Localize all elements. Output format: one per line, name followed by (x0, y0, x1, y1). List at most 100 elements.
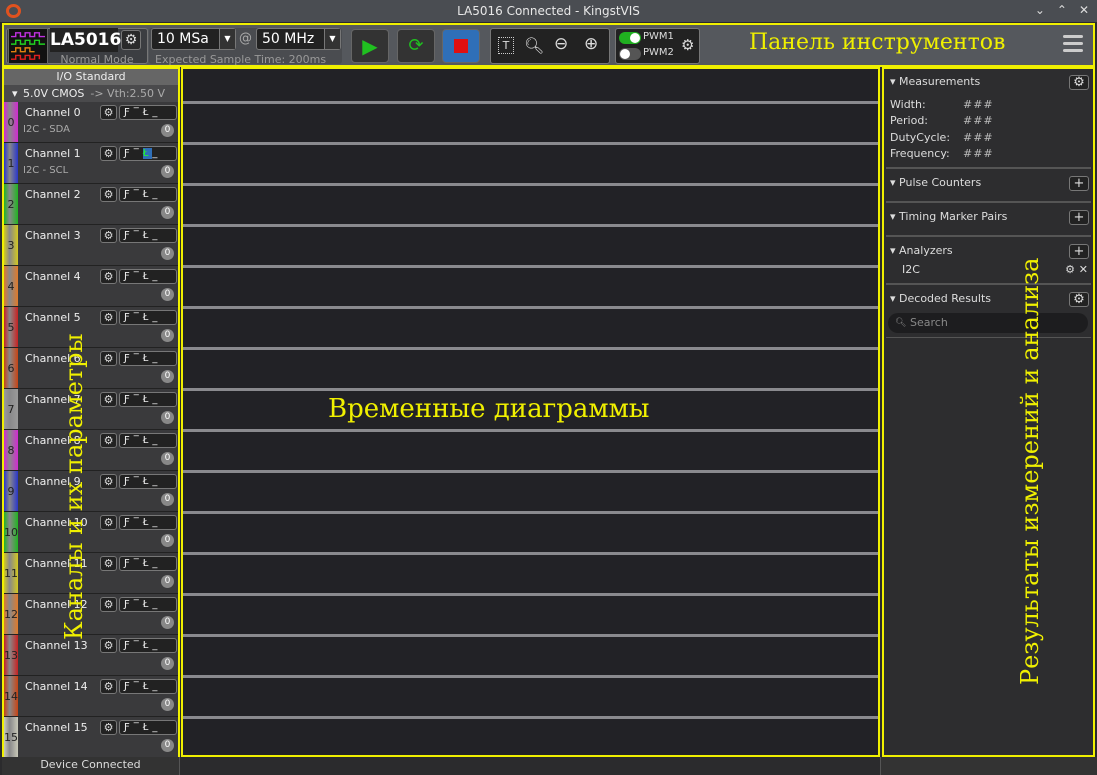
channel-count-badge: 0 (161, 329, 174, 342)
trigger-selector[interactable]: Ƒ‾Ł_ (119, 269, 177, 284)
analyzer-gear-icon[interactable]: ⚙ (1065, 263, 1075, 276)
io-standard-value: 5.0V CMOS (23, 87, 85, 100)
zoom-in-icon[interactable]: ⊕ (584, 34, 598, 54)
remove-analyzer-icon[interactable]: ✕ (1079, 263, 1088, 276)
status-bar-right (880, 757, 1097, 775)
trigger-selector[interactable]: Ƒ‾Ł_ (119, 187, 177, 202)
maximize-icon[interactable]: ⌃ (1057, 3, 1067, 17)
decoded-results-gear-icon[interactable]: ⚙ (1069, 292, 1089, 307)
channel-name[interactable]: Channel 5 (25, 311, 81, 324)
pwm1-toggle[interactable] (619, 32, 641, 44)
channel-color-tab: 12 (4, 594, 18, 634)
trigger-selector[interactable]: Ƒ‾Ł_ (119, 720, 177, 735)
stop-button[interactable] (442, 29, 480, 63)
trigger-selector[interactable]: Ƒ‾Ł_ (119, 556, 177, 571)
trigger-selector[interactable]: Ƒ‾Ł_ (119, 392, 177, 407)
channel-gear-icon[interactable]: ⚙ (100, 228, 117, 243)
channel-gear-icon[interactable]: ⚙ (100, 351, 117, 366)
timing-markers-header[interactable]: ▾ Timing Marker Pairs (890, 210, 1007, 223)
add-timing-marker-button[interactable]: + (1069, 210, 1089, 225)
repeat-start-button[interactable]: ⟳ (397, 29, 435, 63)
io-standard-select[interactable]: ▾ 5.0V CMOS -> Vth:2.50 V (4, 85, 178, 102)
channel-gear-icon[interactable]: ⚙ (100, 597, 117, 612)
pwm-settings-gear-icon[interactable]: ⚙ (681, 36, 694, 54)
trigger-selector[interactable]: Ƒ‾Ł_ (119, 351, 177, 366)
channel-gear-icon[interactable]: ⚙ (100, 392, 117, 407)
channel-name[interactable]: Channel 14 (25, 680, 88, 693)
channel-row[interactable]: 14 Channel 14 ⚙ Ƒ‾Ł_ 0 (4, 676, 178, 717)
channel-row[interactable]: 11 Channel 11 ⚙ Ƒ‾Ł_ 0 (4, 553, 178, 594)
trigger-selector[interactable]: Ƒ‾Ł_ (119, 515, 177, 530)
threshold-voltage: -> Vth:2.50 V (90, 87, 166, 100)
measurement-value: ### (963, 147, 994, 160)
hamburger-menu-icon[interactable] (1063, 35, 1083, 55)
measurements-gear-icon[interactable]: ⚙ (1069, 75, 1089, 90)
channel-gear-icon[interactable]: ⚙ (100, 187, 117, 202)
channel-row[interactable]: 4 Channel 4 ⚙ Ƒ‾Ł_ 0 (4, 266, 178, 307)
channel-row[interactable]: 6 Channel 6 ⚙ Ƒ‾Ł_ 0 (4, 348, 178, 389)
trigger-selector[interactable]: Ƒ‾Ł_ (119, 679, 177, 694)
channel-name[interactable]: Channel 4 (25, 270, 81, 283)
channel-gear-icon[interactable]: ⚙ (100, 310, 117, 325)
channel-row[interactable]: 10 Channel 10 ⚙ Ƒ‾Ł_ 0 (4, 512, 178, 553)
channel-name[interactable]: Channel 13 (25, 639, 88, 652)
trigger-selector[interactable]: Ƒ‾Ł_ (119, 474, 177, 489)
trigger-selector[interactable]: Ƒ‾Ł_ (119, 638, 177, 653)
zoom-out-icon[interactable]: ⊖ (554, 34, 568, 54)
pulse-counters-title: Pulse Counters (899, 176, 982, 189)
close-icon[interactable]: ✕ (1079, 3, 1089, 17)
channel-name[interactable]: Channel 2 (25, 188, 81, 201)
channel-gear-icon[interactable]: ⚙ (100, 105, 117, 120)
channel-name[interactable]: Channel 0 (25, 106, 81, 119)
pulse-counters-header[interactable]: ▾ Pulse Counters (890, 176, 981, 189)
text-tool-icon[interactable]: T (498, 37, 514, 54)
channel-row[interactable]: 5 Channel 5 ⚙ Ƒ‾Ł_ 0 (4, 307, 178, 348)
trigger-selector[interactable]: Ƒ‾Ł_ (119, 105, 177, 120)
channel-name[interactable]: Channel 3 (25, 229, 81, 242)
channel-gear-icon[interactable]: ⚙ (100, 638, 117, 653)
channel-row[interactable]: 8 Channel 8 ⚙ Ƒ‾Ł_ 0 (4, 430, 178, 471)
channel-row[interactable]: 7 Channel 7 ⚙ Ƒ‾Ł_ 0 (4, 389, 178, 430)
channel-row[interactable]: 15 Channel 15 ⚙ Ƒ‾Ł_ 0 (4, 717, 178, 758)
waveform-area[interactable]: Временные диаграммы (181, 67, 880, 757)
channel-gear-icon[interactable]: ⚙ (100, 474, 117, 489)
channel-row[interactable]: 12 Channel 12 ⚙ Ƒ‾Ł_ 0 (4, 594, 178, 635)
channel-gear-icon[interactable]: ⚙ (100, 269, 117, 284)
channel-gear-icon[interactable]: ⚙ (100, 433, 117, 448)
trigger-selector[interactable]: Ƒ‾Ł_ (119, 433, 177, 448)
trigger-selector[interactable]: Ƒ‾Ł_ (119, 310, 177, 325)
channel-row[interactable]: 0 Channel 0 I2C - SDA ⚙ Ƒ‾Ł_ 0 (4, 102, 178, 143)
channel-gear-icon[interactable]: ⚙ (100, 679, 117, 694)
channel-color-tab: 1 (4, 143, 18, 183)
channel-row[interactable]: 3 Channel 3 ⚙ Ƒ‾Ł_ 0 (4, 225, 178, 266)
decoded-results-header[interactable]: ▾ Decoded Results (890, 292, 991, 305)
trigger-selector[interactable]: Ƒ‾Ł_ (119, 597, 177, 612)
sample-rate-select[interactable]: 50 MHz ▼ (256, 28, 341, 50)
trigger-selector[interactable]: Ƒ‾Ł_ (119, 228, 177, 243)
trigger-selector[interactable]: Ƒ‾Ł_ (119, 146, 177, 161)
decoded-search-input[interactable]: 🔍︎ Search (888, 313, 1088, 333)
channel-name[interactable]: Channel 15 (25, 721, 88, 734)
channel-row[interactable]: 13 Channel 13 ⚙ Ƒ‾Ł_ 0 (4, 635, 178, 676)
channel-row[interactable]: 1 Channel 1 I2C - SCL ⚙ Ƒ‾Ł_ 0 (4, 143, 178, 184)
channel-gear-icon[interactable]: ⚙ (100, 146, 117, 161)
channel-count-badge: 0 (161, 452, 174, 465)
pwm2-toggle[interactable] (619, 48, 641, 60)
measurement-label: Frequency: (890, 147, 950, 160)
minimize-icon[interactable]: ⌄ (1035, 3, 1045, 17)
channel-row[interactable]: 9 Channel 9 ⚙ Ƒ‾Ł_ 0 (4, 471, 178, 512)
channel-name[interactable]: Channel 1 (25, 147, 81, 160)
measurements-header[interactable]: ▾ Measurements (890, 75, 980, 88)
channel-lane-line (183, 675, 878, 678)
add-analyzer-button[interactable]: + (1069, 244, 1089, 259)
start-button[interactable]: ▶ (351, 29, 389, 63)
channel-row[interactable]: 2 Channel 2 ⚙ Ƒ‾Ł_ 0 (4, 184, 178, 225)
channel-gear-icon[interactable]: ⚙ (100, 720, 117, 735)
sample-depth-select[interactable]: 10 MSa ▼ (151, 28, 236, 50)
analyzers-header[interactable]: ▾ Analyzers (890, 244, 953, 257)
channel-gear-icon[interactable]: ⚙ (100, 556, 117, 571)
channel-gear-icon[interactable]: ⚙ (100, 515, 117, 530)
device-settings-gear-icon[interactable]: ⚙ (121, 30, 141, 50)
add-pulse-counter-button[interactable]: + (1069, 176, 1089, 191)
zoom-area-icon[interactable]: 🔍︎ (524, 36, 544, 55)
